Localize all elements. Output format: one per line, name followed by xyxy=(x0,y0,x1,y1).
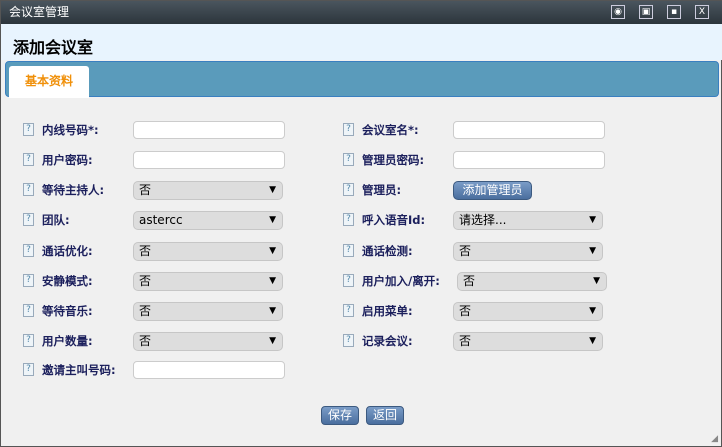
select-dropdown[interactable]: 否▼ xyxy=(133,302,283,321)
select-dropdown[interactable]: 否▼ xyxy=(133,242,283,261)
help-icon[interactable]: ? xyxy=(23,304,34,317)
select-value: 否 xyxy=(463,274,475,288)
help-icon[interactable]: ? xyxy=(23,244,34,257)
help-icon[interactable]: ? xyxy=(23,274,34,287)
select-value: astercc xyxy=(139,213,183,227)
help-icon[interactable]: ? xyxy=(343,334,354,347)
field-label: 团队: xyxy=(42,214,70,227)
chevron-down-icon: ▼ xyxy=(269,212,276,229)
help-icon[interactable]: ? xyxy=(23,183,34,196)
select-value: 否 xyxy=(459,334,471,348)
chevron-down-icon: ▼ xyxy=(589,212,596,229)
resize-grip-icon[interactable]: ◢ xyxy=(711,434,718,444)
close-button[interactable]: X xyxy=(695,5,709,19)
select-value: 否 xyxy=(139,183,151,197)
field-label: 启用菜单: xyxy=(362,305,413,318)
select-dropdown[interactable]: 否▼ xyxy=(453,332,603,351)
select-value: 否 xyxy=(459,304,471,318)
help-icon[interactable]: ? xyxy=(343,123,354,136)
help-icon[interactable]: ? xyxy=(343,153,354,166)
select-value: 否 xyxy=(139,274,151,288)
chevron-down-icon: ▼ xyxy=(589,333,596,350)
field-label: 用户密码: xyxy=(42,154,93,167)
select-dropdown[interactable]: 否▼ xyxy=(457,272,607,291)
save-button[interactable]: 保存 xyxy=(321,406,359,425)
text-input[interactable] xyxy=(453,151,605,169)
text-input[interactable] xyxy=(133,151,285,169)
select-value: 否 xyxy=(139,304,151,318)
help-icon[interactable]: ? xyxy=(23,123,34,136)
select-dropdown[interactable]: 否▼ xyxy=(133,181,283,200)
add-admin-button[interactable]: 添加管理员 xyxy=(453,181,532,200)
field-label: 会议室名*: xyxy=(362,124,419,137)
select-value: 否 xyxy=(139,244,151,258)
field-label: 等待主持人: xyxy=(42,184,104,197)
text-input[interactable] xyxy=(453,121,605,139)
field-label: 用户数量: xyxy=(42,335,93,348)
chevron-down-icon: ▼ xyxy=(589,303,596,320)
select-dropdown[interactable]: 否▼ xyxy=(133,332,283,351)
maximize-icon[interactable]: ▣ xyxy=(639,5,653,19)
help-icon[interactable]: ? xyxy=(343,274,354,287)
minimize-icon[interactable]: ▪ xyxy=(667,5,681,19)
chevron-down-icon: ▼ xyxy=(269,243,276,260)
help-icon[interactable]: ? xyxy=(343,183,354,196)
select-value: 否 xyxy=(139,334,151,348)
field-label: 内线号码*: xyxy=(42,124,99,137)
chevron-down-icon: ▼ xyxy=(269,273,276,290)
text-input[interactable] xyxy=(133,361,285,379)
restore-icon[interactable]: ◉ xyxy=(611,5,625,19)
chevron-down-icon: ▼ xyxy=(593,273,600,290)
field-label: 通话优化: xyxy=(42,245,93,258)
select-dropdown[interactable]: 否▼ xyxy=(453,302,603,321)
help-icon[interactable]: ? xyxy=(343,304,354,317)
field-label: 呼入语音Id: xyxy=(362,214,425,227)
chevron-down-icon: ▼ xyxy=(269,182,276,199)
select-dropdown[interactable]: 否▼ xyxy=(453,242,603,261)
page-title: 添加会议室 xyxy=(1,24,722,60)
field-label: 安静模式: xyxy=(42,275,93,288)
help-icon[interactable]: ? xyxy=(23,153,34,166)
field-label: 邀请主叫号码: xyxy=(42,364,116,377)
chevron-down-icon: ▼ xyxy=(269,333,276,350)
field-label: 用户加入/离开: xyxy=(362,275,440,288)
select-dropdown[interactable]: astercc ▼ xyxy=(133,211,283,230)
select-value: 否 xyxy=(459,244,471,258)
field-label: 管理员密码: xyxy=(362,154,424,167)
chevron-down-icon: ▼ xyxy=(269,303,276,320)
text-input[interactable] xyxy=(133,121,285,139)
help-icon[interactable]: ? xyxy=(23,334,34,347)
field-label: 管理员: xyxy=(362,184,401,197)
chevron-down-icon: ▼ xyxy=(589,243,596,260)
help-icon[interactable]: ? xyxy=(23,213,34,226)
select-value: 请选择... xyxy=(459,213,506,227)
field-label: 等待音乐: xyxy=(42,305,93,318)
tab-bar: 基本资料 xyxy=(5,61,719,97)
back-button[interactable]: 返回 xyxy=(366,406,404,425)
help-icon[interactable]: ? xyxy=(23,363,34,376)
window-title: 会议室管理 xyxy=(9,5,69,19)
field-label: 通话检测: xyxy=(362,245,413,258)
select-dropdown[interactable]: 否▼ xyxy=(133,272,283,291)
help-icon[interactable]: ? xyxy=(343,244,354,257)
field-label: 记录会议: xyxy=(362,335,413,348)
help-icon[interactable]: ? xyxy=(343,213,354,226)
select-dropdown[interactable]: 请选择... ▼ xyxy=(453,211,603,230)
tab-basic-info[interactable]: 基本资料 xyxy=(9,66,89,98)
